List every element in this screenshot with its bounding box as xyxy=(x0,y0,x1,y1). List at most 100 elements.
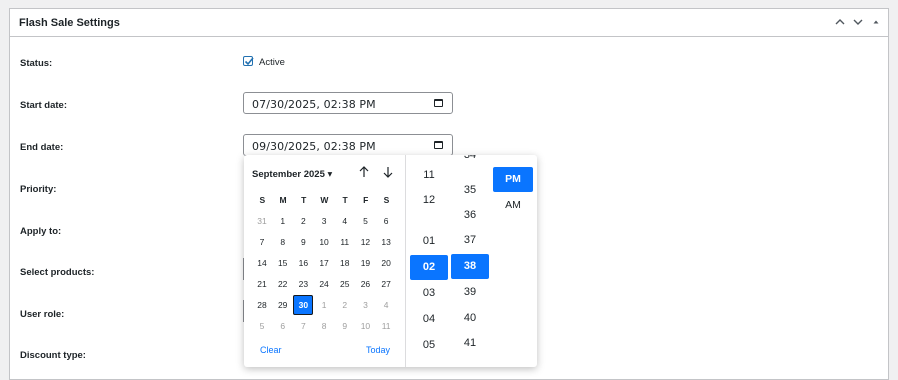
calendar-icon[interactable] xyxy=(434,99,443,107)
hour-option[interactable]: 11 xyxy=(410,163,448,188)
arrow-down-icon[interactable] xyxy=(381,165,395,179)
calendar-day[interactable]: 3 xyxy=(314,211,334,231)
calendar-day[interactable]: 4 xyxy=(335,211,355,231)
end-date-input[interactable]: 09/30/2025, 02:38 PM xyxy=(243,134,453,156)
calendar-day[interactable]: 23 xyxy=(293,274,313,294)
end-date-label: End date: xyxy=(20,142,64,153)
calendar-day[interactable]: 16 xyxy=(293,253,313,273)
calendar-day[interactable]: 3 xyxy=(355,295,375,315)
minute-option[interactable]: 38 xyxy=(451,254,489,279)
weekday: T xyxy=(301,195,307,205)
user-role-label: User role: xyxy=(20,309,65,320)
hour-option[interactable]: 02 xyxy=(410,255,448,280)
weekday: M xyxy=(279,195,287,205)
hour-option[interactable]: 04 xyxy=(410,307,448,332)
calendar-day[interactable]: 25 xyxy=(335,274,355,294)
calendar-panel: September 2025 ▾ S M T W T F S 31 1 2 3 4 5 6 7… xyxy=(244,155,406,367)
calendar-day[interactable]: 7 xyxy=(293,316,313,336)
minute-option[interactable]: 34 xyxy=(451,155,489,168)
calendar-icon[interactable] xyxy=(434,141,443,149)
hour-option[interactable]: 12 xyxy=(410,188,448,213)
calendar-day[interactable]: 15 xyxy=(273,253,293,273)
calendar-day[interactable]: 18 xyxy=(335,253,355,273)
weekday: W xyxy=(320,195,329,205)
chevron-down-icon[interactable] xyxy=(852,16,864,28)
minute-option[interactable]: 37 xyxy=(451,228,489,253)
calendar-day[interactable]: 29 xyxy=(273,295,293,315)
start-date-value: 07/30/2025, 02:38 PM xyxy=(252,98,376,111)
calendar-day[interactable]: 22 xyxy=(273,274,293,294)
calendar-day[interactable]: 12 xyxy=(355,232,375,252)
calendar-day[interactable]: 8 xyxy=(314,316,334,336)
datetime-picker-popup: September 2025 ▾ S M T W T F S 31 1 2 3 4 5 6 7… xyxy=(244,155,537,367)
status-label: Status: xyxy=(20,58,53,69)
arrow-up-icon[interactable] xyxy=(357,165,371,179)
today-button[interactable]: Today xyxy=(366,345,390,355)
apply-to-label: Apply to: xyxy=(20,226,62,237)
calendar-day[interactable]: 8 xyxy=(273,232,293,252)
panel-header-controls xyxy=(834,16,882,28)
calendar-day[interactable]: 24 xyxy=(314,274,334,294)
weekday: S xyxy=(383,195,390,205)
calendar-day[interactable]: 30 xyxy=(293,295,314,315)
ampm-option[interactable]: AM xyxy=(493,193,533,218)
calendar-day[interactable]: 11 xyxy=(335,232,355,252)
calendar-day[interactable]: 9 xyxy=(335,316,355,336)
calendar-day[interactable]: 2 xyxy=(293,211,313,231)
calendar-day[interactable]: 6 xyxy=(376,211,396,231)
calendar-day[interactable]: 10 xyxy=(355,316,375,336)
select-products-label: Select products: xyxy=(20,267,95,278)
calendar-day[interactable]: 20 xyxy=(376,253,396,273)
minute-option[interactable]: 36 xyxy=(451,203,489,228)
hour-option[interactable]: 01 xyxy=(410,229,448,254)
calendar-day[interactable]: 6 xyxy=(273,316,293,336)
hour-column[interactable]: 11 12 01 02 03 04 05 xyxy=(409,155,449,367)
minute-option[interactable]: 35 xyxy=(451,178,489,203)
ampm-option[interactable]: PM xyxy=(493,167,533,192)
calendar-day[interactable]: 19 xyxy=(355,253,375,273)
active-checkbox[interactable] xyxy=(243,56,254,66)
weekday: S xyxy=(259,195,266,205)
active-checkbox-label[interactable]: Active xyxy=(259,57,285,68)
hour-option[interactable]: 03 xyxy=(410,281,448,306)
panel-title: Flash Sale Settings xyxy=(19,17,120,29)
minute-column[interactable]: 34 35 36 37 38 39 40 41 xyxy=(450,155,492,367)
month-year-dropdown[interactable]: September 2025 ▾ xyxy=(252,169,332,180)
calendar-day[interactable]: 11 xyxy=(376,316,396,336)
calendar-day[interactable]: 27 xyxy=(376,274,396,294)
calendar-day[interactable]: 21 xyxy=(252,274,272,294)
ampm-column[interactable]: PM AM xyxy=(493,155,537,367)
hour-option[interactable]: 05 xyxy=(410,333,448,358)
weekday-header: S M T W T F S xyxy=(252,195,397,205)
calendar-day[interactable]: 4 xyxy=(376,295,396,315)
calendar-day[interactable]: 9 xyxy=(293,232,313,252)
start-date-input[interactable]: 07/30/2025, 02:38 PM xyxy=(243,92,453,114)
calendar-day[interactable]: 10 xyxy=(314,232,334,252)
calendar-day[interactable]: 31 xyxy=(252,211,272,231)
chevron-up-icon[interactable] xyxy=(834,16,846,28)
discount-type-label: Discount type: xyxy=(20,350,86,361)
end-date-value: 09/30/2025, 02:38 PM xyxy=(252,140,376,153)
calendar-day[interactable]: 1 xyxy=(314,295,334,315)
minute-option[interactable]: 41 xyxy=(451,331,489,356)
start-date-label: Start date: xyxy=(20,100,67,111)
priority-label: Priority: xyxy=(20,184,57,195)
calendar-day[interactable]: 2 xyxy=(335,295,355,315)
weekday: T xyxy=(342,195,348,205)
clear-button[interactable]: Clear xyxy=(260,345,282,355)
calendar-day[interactable]: 17 xyxy=(314,253,334,273)
calendar-day[interactable]: 7 xyxy=(252,232,272,252)
triangle-up-icon[interactable] xyxy=(870,16,882,28)
minute-option[interactable]: 39 xyxy=(451,280,489,305)
calendar-day[interactable]: 28 xyxy=(252,295,272,315)
calendar-day[interactable]: 26 xyxy=(355,274,375,294)
calendar-day[interactable]: 14 xyxy=(252,253,272,273)
calendar-day[interactable]: 5 xyxy=(252,316,272,336)
calendar-day[interactable]: 13 xyxy=(376,232,396,252)
days-grid: 31 1 2 3 4 5 6 7 8 9 10 11 12 13 14 15 16 17 18 19 20 21 22 23 2… xyxy=(252,211,397,337)
minute-option[interactable]: 40 xyxy=(451,306,489,331)
calendar-day[interactable]: 5 xyxy=(355,211,375,231)
calendar-day[interactable]: 1 xyxy=(273,211,293,231)
panel-header: Flash Sale Settings xyxy=(10,9,888,37)
checkmark-icon xyxy=(244,57,254,66)
